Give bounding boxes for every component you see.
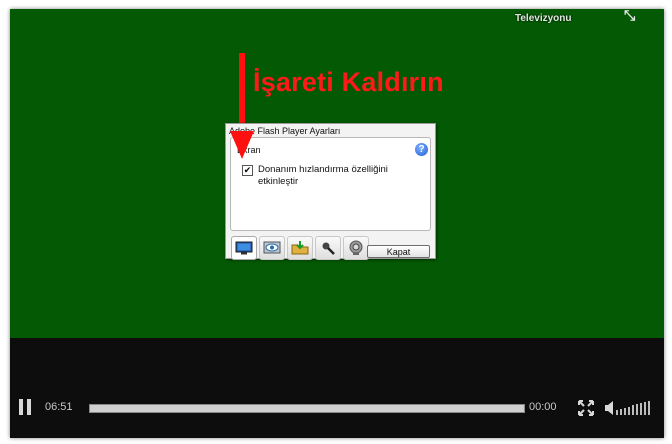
tab-privacy[interactable] (259, 236, 285, 260)
tab-storage[interactable] (287, 236, 313, 260)
video-area[interactable]: Televizyonu ⤡ İşareti Kaldırın Adobe Fla… (10, 7, 664, 338)
hardware-acceleration-label: Donanım hızlandırma özelliğini etkinleşt… (258, 164, 388, 187)
annotation-arrow-head (230, 131, 254, 159)
flash-settings-dialog: Adobe Flash Player Ayarları Ekran ? ✔ Do… (225, 123, 436, 260)
tab-microphone[interactable] (315, 236, 341, 260)
progress-bar[interactable] (89, 404, 525, 413)
tab-camera[interactable] (343, 236, 369, 260)
annotation-text: İşareti Kaldırın (253, 67, 444, 97)
current-time: 06:51 (45, 401, 73, 413)
tab-display[interactable] (231, 236, 257, 260)
volume-slider[interactable] (616, 401, 650, 415)
total-time: 00:00 (529, 401, 557, 413)
folder-icon (291, 241, 309, 255)
close-button[interactable]: Kapat (367, 245, 430, 258)
video-player: Televizyonu ⤡ İşareti Kaldırın Adobe Fla… (10, 7, 664, 438)
player-controls: 06:51 00:00 (10, 392, 664, 422)
hardware-acceleration-option: ✔ Donanım hızlandırma özelliğini etkinle… (242, 164, 418, 188)
eye-icon (263, 241, 281, 254)
hardware-acceleration-checkbox[interactable]: ✔ (242, 165, 253, 176)
progress-bar-fill (90, 405, 524, 412)
monitor-icon (235, 241, 253, 255)
fullscreen-icon[interactable] (578, 400, 594, 416)
settings-tabs (231, 236, 371, 260)
channel-label: Televizyonu (515, 13, 572, 24)
minimize-corner-icon[interactable]: ⤡ (624, 7, 635, 24)
webcam-icon (349, 240, 363, 255)
pause-icon[interactable] (18, 399, 32, 415)
volume-icon[interactable] (604, 400, 616, 416)
display-settings-panel: Ekran ? ✔ Donanım hızlandırma özelliğini… (230, 137, 431, 231)
help-icon[interactable]: ? (415, 143, 428, 156)
microphone-icon (322, 242, 335, 255)
